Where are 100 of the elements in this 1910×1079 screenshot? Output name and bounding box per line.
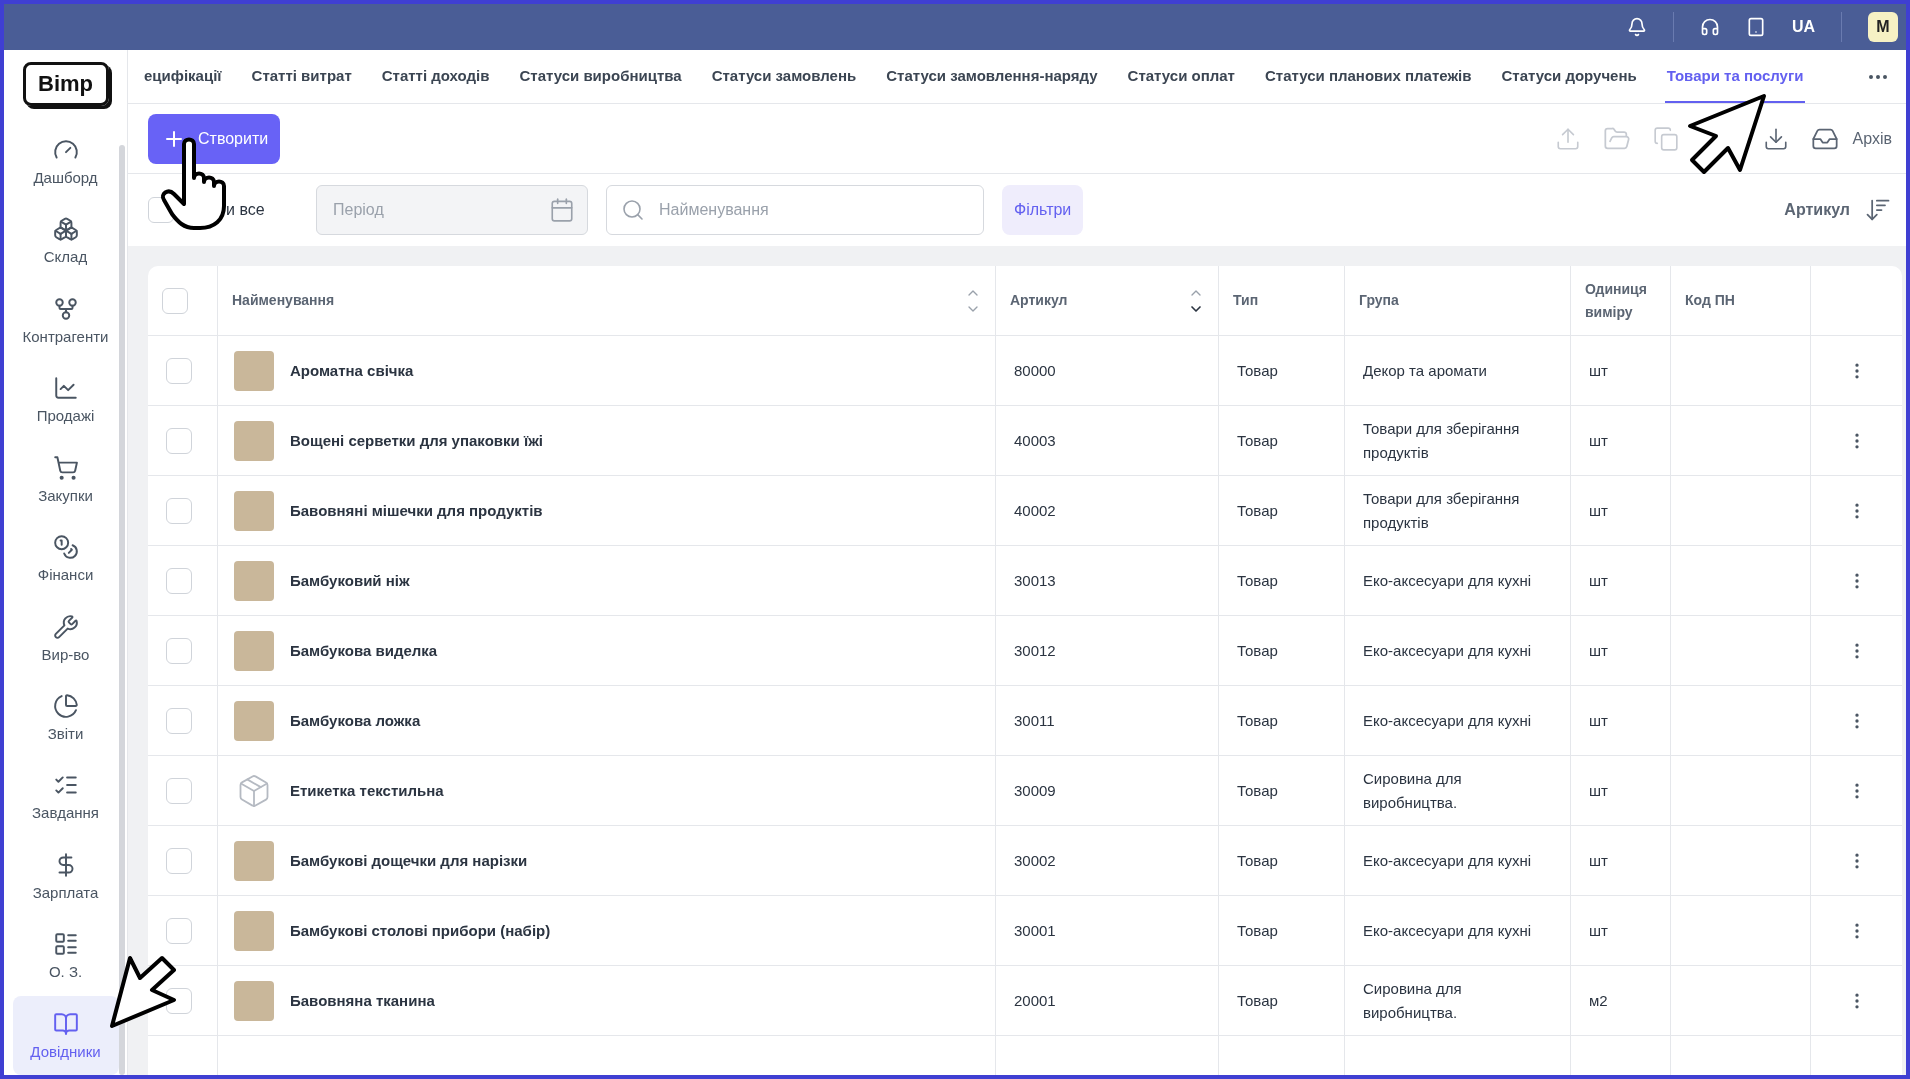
sidebar-item[interactable]: Закупки xyxy=(12,439,119,519)
logo[interactable]: Bimp xyxy=(22,62,109,106)
group-cell-text: Декор та аромати xyxy=(1363,360,1487,381)
pie-chart-icon xyxy=(52,693,79,719)
product-name: Бамбукові столові прибори (набір) xyxy=(290,920,551,941)
sku-cell-text: 30002 xyxy=(1014,850,1056,871)
scrollbar[interactable] xyxy=(119,145,125,1075)
tab[interactable]: Статуси виробництва xyxy=(517,50,684,103)
sku-cell-text: 30009 xyxy=(1014,780,1056,801)
column-header: Код ПН xyxy=(1685,291,1735,311)
coins-icon xyxy=(52,534,79,561)
select-all-rows-checkbox[interactable] xyxy=(162,287,188,314)
photo-placeholder xyxy=(234,350,274,391)
search-input[interactable]: Найменування xyxy=(657,200,971,220)
photo-placeholder xyxy=(234,700,274,741)
sidebar-item[interactable]: Довідники xyxy=(12,995,119,1075)
sidebar-item[interactable]: Зарплата xyxy=(12,836,119,917)
tab[interactable]: ецифікації xyxy=(142,50,224,103)
row-checkbox[interactable] xyxy=(166,707,192,734)
wrench-icon xyxy=(52,613,79,640)
group-cell-text: Сировина для виробництва. xyxy=(1363,979,1463,1023)
type-cell-text: Товар xyxy=(1237,990,1278,1011)
cart-icon xyxy=(52,454,79,481)
filters-button[interactable]: Фільтри xyxy=(1002,185,1084,235)
sku-cell-text: 40002 xyxy=(1014,500,1056,521)
group-cell-text: Сировина для виробництва. xyxy=(1363,769,1463,813)
unit-cell-text: шт xyxy=(1589,500,1608,521)
group-cell-text: Товари для зберігання продуктів xyxy=(1363,489,1521,533)
photo-placeholder xyxy=(234,490,274,531)
type-cell-text: Товар xyxy=(1237,850,1278,871)
row-checkbox[interactable] xyxy=(166,917,192,944)
photo-placeholder xyxy=(234,420,274,461)
language-label[interactable]: UA xyxy=(1791,18,1815,36)
group-cell-text: Еко-аксесуари для кухні xyxy=(1363,640,1532,661)
notification-bell-icon[interactable] xyxy=(1626,17,1647,37)
sku-cell-text: 30011 xyxy=(1014,710,1055,731)
sku-cell-text: 20001 xyxy=(1014,990,1056,1011)
sidebar-item[interactable]: Контрагенти xyxy=(12,280,119,361)
sidebar-item[interactable]: Продажі xyxy=(12,360,119,440)
tab[interactable]: Статуси замовлень xyxy=(709,50,859,103)
tab[interactable]: Статуси замовлення-наряду xyxy=(884,50,1100,103)
type-cell-text: Товар xyxy=(1237,430,1278,451)
product-name: Бамбукові дощечки для нарізки xyxy=(290,850,528,871)
unit-cell-text: шт xyxy=(1589,360,1608,381)
product-name: Бамбукова ложка xyxy=(290,710,421,731)
product-name: Бамбуковий ніж xyxy=(290,570,410,591)
photo-placeholder xyxy=(234,560,274,601)
type-cell-text: Товар xyxy=(1237,360,1278,381)
unit-cell-text: шт xyxy=(1589,850,1608,871)
sku-cell-text: 80000 xyxy=(1014,360,1056,381)
sidebar-item[interactable]: Склад xyxy=(12,201,119,281)
sku-cell-text: 30012 xyxy=(1014,640,1056,661)
unit-cell-text: шт xyxy=(1589,780,1608,801)
sku-cell-text: 30013 xyxy=(1014,570,1056,591)
create-button[interactable]: Створити xyxy=(148,113,281,164)
unit-cell-text: шт xyxy=(1589,430,1608,451)
sidebar-item[interactable]: Звіти xyxy=(12,677,119,758)
group-cell-text: Товари для зберігання продуктів xyxy=(1363,419,1521,463)
photo-placeholder xyxy=(234,910,274,951)
row-checkbox[interactable] xyxy=(166,637,192,664)
search-field[interactable]: Найменування xyxy=(606,185,984,235)
tab[interactable]: Статті витрат xyxy=(249,50,354,103)
tab[interactable]: Статуси планових платежів xyxy=(1262,50,1474,103)
column-header: Тип xyxy=(1233,291,1259,311)
photo-placeholder xyxy=(234,980,274,1021)
tab[interactable]: Статуси доручень xyxy=(1499,50,1639,103)
row-checkbox[interactable] xyxy=(166,357,192,384)
row-checkbox[interactable] xyxy=(166,847,192,874)
sku-cell-text: 40003 xyxy=(1014,430,1056,451)
sort-button[interactable]: Артикул xyxy=(1784,196,1892,224)
group-cell-text: Еко-аксесуари для кухні xyxy=(1363,710,1532,731)
unit-cell-text: шт xyxy=(1589,640,1608,661)
type-cell-text: Товар xyxy=(1237,710,1278,731)
headphones-icon[interactable] xyxy=(1699,17,1720,37)
row-checkbox[interactable] xyxy=(166,497,192,524)
product-name: Бавовняна тканина xyxy=(290,990,435,1011)
tab[interactable]: Статті доходів xyxy=(379,50,492,103)
search-icon xyxy=(621,198,645,222)
sidebar-item[interactable]: Завдання xyxy=(12,757,119,837)
sidebar-item[interactable]: Фінанси xyxy=(12,518,119,599)
archive-button[interactable]: Архів xyxy=(1810,124,1892,153)
group-cell-text: Еко-аксесуари для кухні xyxy=(1363,570,1532,591)
list-icon xyxy=(52,931,79,958)
photo-placeholder xyxy=(234,630,274,671)
user-avatar[interactable]: M xyxy=(1868,12,1898,42)
product-name: Ароматна свічка xyxy=(290,360,414,381)
type-cell-text: Товар xyxy=(1237,920,1278,941)
sidebar-item[interactable]: Вир-во xyxy=(12,598,119,678)
unit-cell-text: м2 xyxy=(1589,990,1608,1011)
type-cell-text: Товар xyxy=(1237,500,1278,521)
row-checkbox[interactable] xyxy=(166,567,192,594)
tab[interactable]: Статуси оплат xyxy=(1125,50,1237,103)
row-checkbox[interactable] xyxy=(166,427,192,454)
type-cell-text: Товар xyxy=(1237,570,1278,591)
sidebar-item[interactable]: Дашборд xyxy=(12,121,119,202)
product-name: Бамбукова виделка xyxy=(290,640,438,661)
sidebar-item[interactable]: О. З. xyxy=(12,916,119,996)
unit-cell-text: шт xyxy=(1589,710,1608,731)
row-checkbox[interactable] xyxy=(166,777,192,804)
unit-cell-text: шт xyxy=(1589,570,1608,591)
